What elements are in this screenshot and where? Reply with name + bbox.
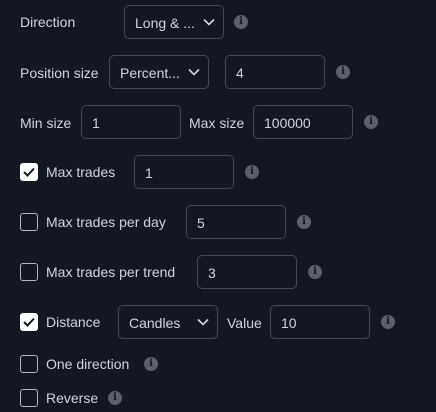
max-trades-per-trend-checkbox[interactable]	[20, 263, 38, 281]
direction-label: Direction	[20, 14, 76, 30]
info-icon[interactable]: i	[297, 215, 311, 229]
max-trades-input[interactable]: 1	[134, 155, 234, 189]
max-size-input[interactable]: 100000	[253, 105, 353, 139]
distance-label: Distance	[46, 314, 101, 330]
info-icon[interactable]: i	[381, 315, 395, 329]
max-trades-per-trend-label: Max trades per trend	[46, 264, 176, 280]
position-size-label: Position size	[20, 65, 99, 81]
position-size-type-select[interactable]: Percent...	[109, 55, 209, 89]
reverse-checkbox[interactable]	[20, 389, 38, 407]
direction-select-value: Long & ...	[135, 15, 195, 31]
max-trades-value: 1	[145, 165, 153, 181]
max-trades-checkbox[interactable]	[20, 163, 38, 181]
max-trades-per-day-value: 5	[197, 215, 205, 231]
checkmark-icon	[23, 317, 35, 327]
min-size-label: Min size	[20, 115, 72, 131]
distance-value-label: Value	[227, 315, 262, 331]
distance-checkbox[interactable]	[20, 313, 38, 331]
distance-value-input[interactable]: 10	[270, 305, 370, 339]
position-size-type-value: Percent...	[120, 65, 180, 81]
chevron-down-icon	[197, 318, 209, 326]
max-trades-per-trend-input[interactable]: 3	[197, 255, 297, 289]
chevron-down-icon	[188, 68, 200, 76]
one-direction-label: One direction	[46, 356, 130, 372]
chevron-down-icon	[203, 18, 215, 26]
info-icon[interactable]: i	[144, 357, 158, 371]
one-direction-checkbox[interactable]	[20, 355, 38, 373]
distance-value: 10	[281, 315, 297, 331]
distance-type-value: Candles	[129, 315, 181, 331]
max-size-value: 100000	[264, 115, 311, 131]
strategy-settings-panel: Direction Long & ... i Position size Per…	[0, 0, 436, 412]
info-icon[interactable]: i	[336, 65, 350, 79]
position-size-input[interactable]: 4	[225, 55, 325, 89]
reverse-label: Reverse	[46, 390, 99, 406]
position-size-value: 4	[236, 65, 244, 81]
max-trades-label: Max trades	[46, 164, 116, 180]
info-icon[interactable]: i	[234, 15, 248, 29]
direction-select[interactable]: Long & ...	[124, 5, 224, 39]
info-icon[interactable]: i	[245, 165, 259, 179]
max-trades-per-day-label: Max trades per day	[46, 214, 166, 230]
info-icon[interactable]: i	[108, 391, 122, 405]
min-size-value: 1	[92, 115, 100, 131]
info-icon[interactable]: i	[308, 265, 322, 279]
info-icon[interactable]: i	[364, 115, 378, 129]
distance-type-select[interactable]: Candles	[118, 305, 218, 339]
max-trades-per-trend-value: 3	[208, 265, 216, 281]
max-trades-per-day-input[interactable]: 5	[186, 205, 286, 239]
min-size-input[interactable]: 1	[81, 105, 181, 139]
max-size-label: Max size	[189, 115, 245, 131]
checkmark-icon	[23, 167, 35, 177]
max-trades-per-day-checkbox[interactable]	[20, 213, 38, 231]
